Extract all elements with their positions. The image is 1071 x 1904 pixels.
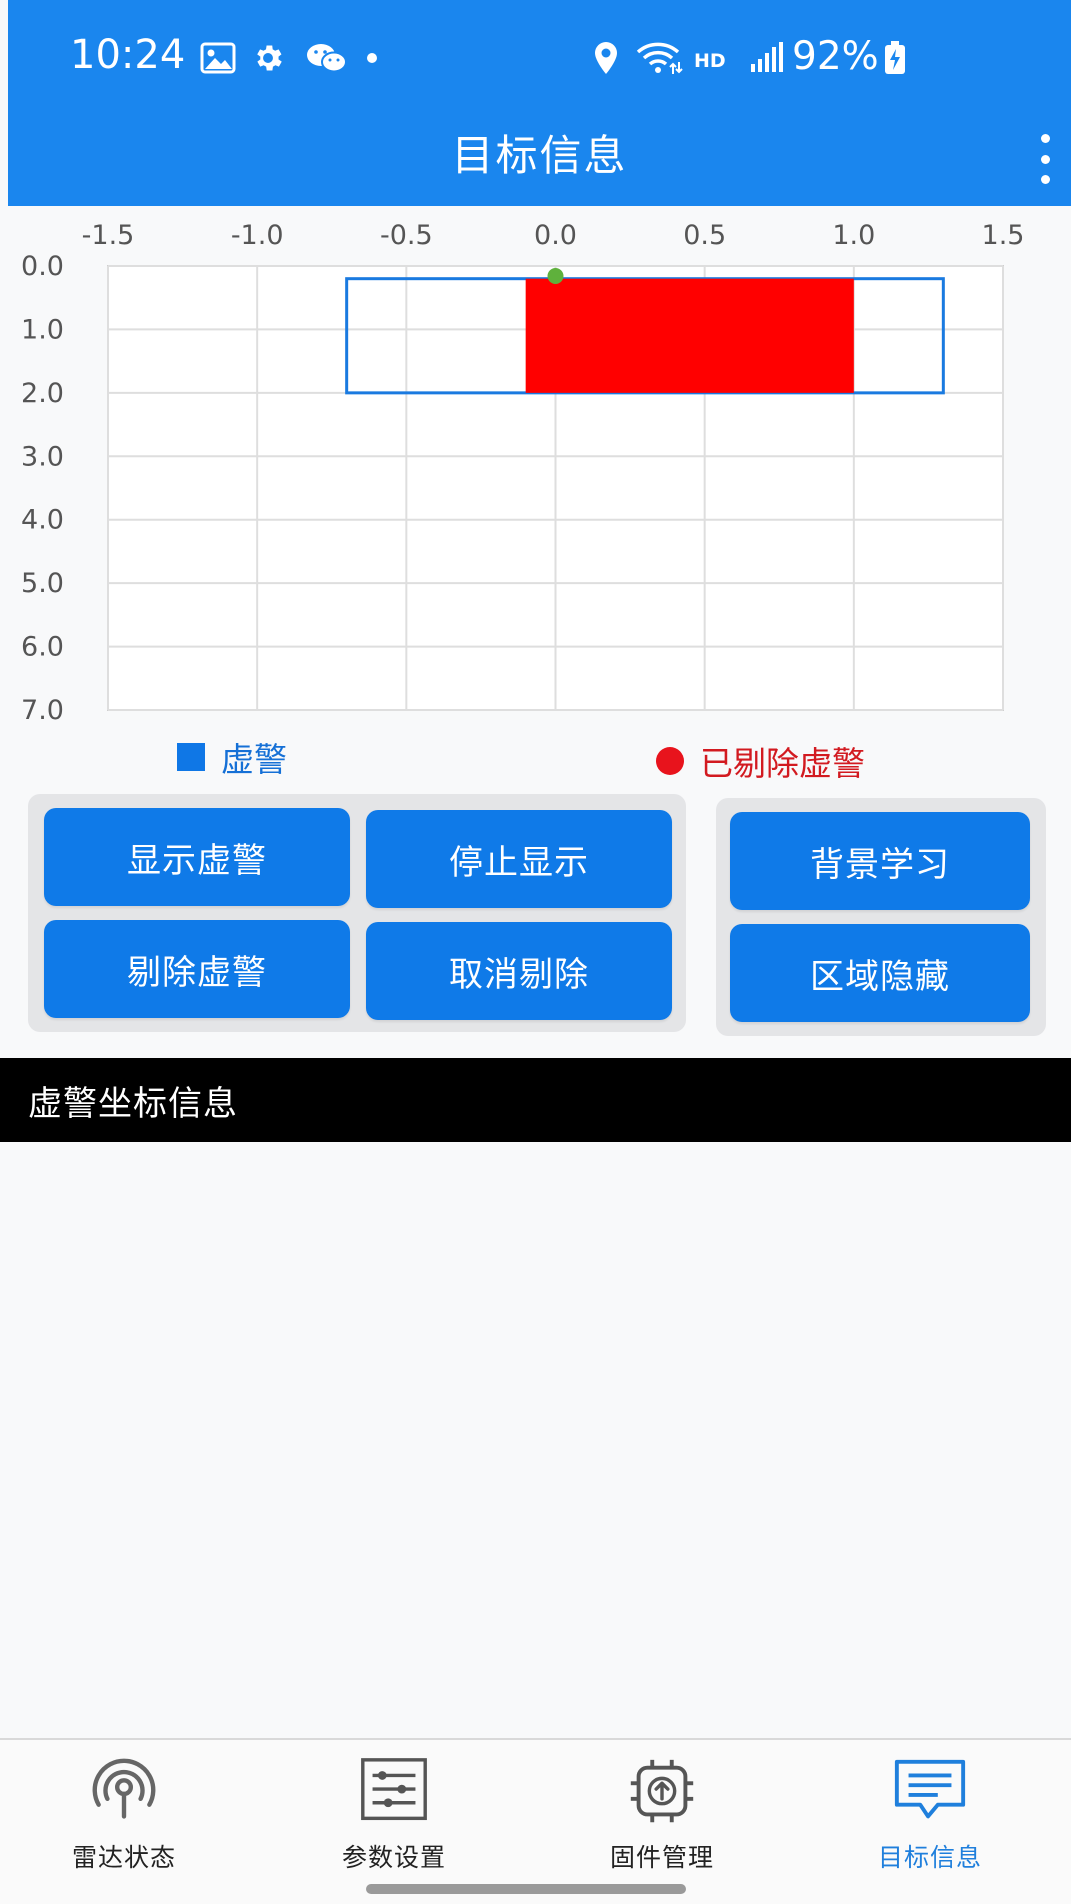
chart-points	[547, 268, 564, 284]
sliders-icon	[361, 1758, 427, 1821]
target-point	[547, 268, 564, 284]
x-tick-label: 0.0	[534, 220, 577, 251]
app-header: 10:24 HD 92% 目标信息	[8, 0, 1071, 206]
y-tick-label: 4.0	[21, 505, 64, 536]
background-learning-button[interactable]: 背景学习	[730, 812, 1030, 910]
remove-false-alarm-button[interactable]: 剔除虚警	[44, 920, 350, 1018]
legend-item-false-alarm: 虚警	[177, 733, 287, 781]
y-tick-label: 5.0	[21, 568, 64, 599]
status-bar: 10:24 HD 92%	[8, 0, 1071, 110]
bottom-navigation: 雷达状态 参数设置 固件管理 目标信息	[0, 1738, 1071, 1904]
home-indicator[interactable]	[366, 1884, 686, 1894]
target-chart: -1.5 -1.0 -0.5 0.0 0.5 1.0 1.5 0.0 1.0 2.0 3.0 4.0…	[21, 220, 1025, 726]
nav-label: 固件管理	[609, 1843, 714, 1872]
legend-label: 虚警	[221, 740, 287, 779]
x-tick-label: -1.5	[82, 220, 135, 251]
x-tick-label: -1.0	[231, 220, 284, 251]
battery-percent: 92%	[792, 34, 879, 79]
network-type: HD	[694, 50, 726, 72]
section-title: 虚警坐标信息	[28, 1083, 238, 1124]
legend-label: 已剔除虚警	[700, 744, 865, 783]
radar-icon	[92, 1758, 156, 1819]
legend-square-marker	[177, 743, 205, 771]
nav-item-firmware-management[interactable]: 固件管理	[572, 1754, 752, 1874]
settings-icon	[248, 38, 288, 78]
stop-display-button[interactable]: 停止显示	[366, 810, 672, 908]
signal-icon	[746, 38, 786, 78]
wechat-icon	[304, 38, 350, 78]
y-tick-label: 0.0	[21, 251, 64, 282]
x-tick-label: 1.0	[832, 220, 875, 251]
y-tick-label: 1.0	[21, 314, 64, 345]
false-alarm-controls: 显示虚警 停止显示 剔除虚警 取消剔除	[28, 794, 686, 1032]
wifi-icon	[634, 38, 686, 78]
nav-label: 目标信息	[877, 1843, 982, 1872]
gallery-icon	[198, 38, 238, 78]
more-vert-icon[interactable]	[1030, 134, 1060, 184]
location-icon	[586, 38, 626, 78]
cancel-remove-button[interactable]: 取消剔除	[366, 922, 672, 1020]
message-icon	[894, 1759, 966, 1819]
nav-item-radar-status[interactable]: 雷达状态	[34, 1754, 214, 1874]
battery-charging-icon	[882, 38, 908, 78]
y-tick-label: 3.0	[21, 441, 64, 472]
y-tick-label: 2.0	[21, 378, 64, 409]
y-axis-ticks: 0.0 1.0 2.0 3.0 4.0 5.0 6.0 7.0	[21, 251, 64, 726]
x-tick-label: 0.5	[683, 220, 726, 251]
x-tick-label: -0.5	[380, 220, 433, 251]
y-tick-label: 6.0	[21, 632, 64, 663]
status-time: 10:24	[70, 32, 186, 78]
area-hide-button[interactable]: 区域隐藏	[730, 924, 1030, 1022]
x-tick-label: 1.5	[982, 220, 1025, 251]
screen: 10:24 HD 92% 目标信息 -1.5 -1.0 -0.5 0.0 0.5…	[0, 0, 1071, 1904]
y-tick-label: 7.0	[21, 695, 64, 726]
legend-item-removed-false-alarm: 已剔除虚警	[656, 737, 865, 785]
nav-item-parameter-settings[interactable]: 参数设置	[304, 1754, 484, 1874]
notification-dot-icon	[362, 38, 382, 78]
nav-label: 雷达状态	[71, 1843, 176, 1872]
removed-false-alarm-region	[525, 278, 854, 393]
false-alarm-coordinates-header: 虚警坐标信息	[0, 1058, 1071, 1142]
page-title: 目标信息	[451, 131, 628, 180]
chip-upload-icon	[630, 1759, 694, 1823]
background-controls: 背景学习 区域隐藏	[716, 798, 1046, 1036]
nav-item-target-info[interactable]: 目标信息	[840, 1754, 1020, 1874]
nav-label: 参数设置	[341, 1843, 446, 1872]
x-axis-ticks: -1.5 -1.0 -0.5 0.0 0.5 1.0 1.5	[82, 220, 1025, 251]
show-false-alarm-button[interactable]: 显示虚警	[44, 808, 350, 906]
legend-circle-marker	[656, 747, 684, 775]
